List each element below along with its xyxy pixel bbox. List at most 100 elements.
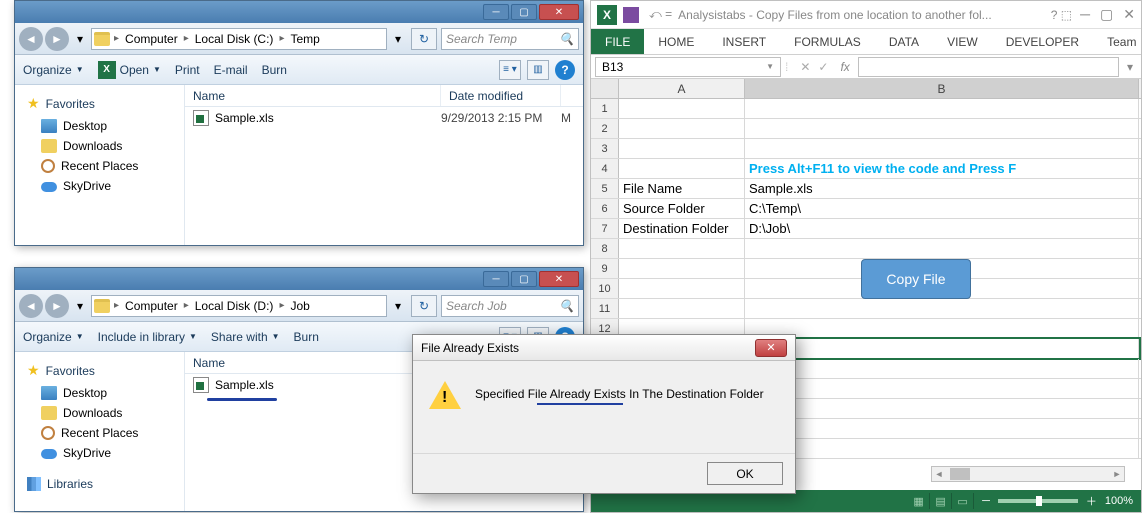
refresh-button[interactable]: ↻ xyxy=(411,28,437,50)
breadcrumb-item[interactable]: Local Disk (C:) xyxy=(191,30,278,48)
organize-menu[interactable]: Organize ▼ xyxy=(23,63,84,77)
burn-button[interactable]: Burn xyxy=(262,63,287,77)
refresh-button[interactable]: ↻ xyxy=(411,295,437,317)
copy-file-button[interactable]: Copy File xyxy=(861,259,971,299)
breadcrumb-item[interactable]: Job xyxy=(286,297,313,315)
organize-menu[interactable]: Organize ▼ xyxy=(23,330,84,344)
sidebar-desktop[interactable]: Desktop xyxy=(19,383,180,403)
expand-formula-icon[interactable]: ▾ xyxy=(1123,60,1137,74)
col-name[interactable]: Name xyxy=(185,352,441,373)
cell-b7[interactable]: D:\Job\ xyxy=(745,219,1139,238)
cell-a7[interactable]: Destination Folder xyxy=(619,219,745,238)
ok-button[interactable]: OK xyxy=(707,462,783,485)
col-header-b[interactable]: B xyxy=(745,79,1139,98)
search-input[interactable]: Search Job 🔍 xyxy=(441,295,579,317)
sidebar-recent[interactable]: Recent Places xyxy=(19,423,180,443)
sidebar-desktop[interactable]: Desktop xyxy=(19,116,180,136)
sidebar-recent[interactable]: Recent Places xyxy=(19,156,180,176)
page-layout-view[interactable]: ▤ xyxy=(930,493,952,509)
row-header[interactable]: 5 xyxy=(591,179,619,198)
enter-icon[interactable]: ✓ xyxy=(818,60,828,74)
tab-data[interactable]: DATA xyxy=(875,29,933,54)
breadcrumb-item[interactable]: Temp xyxy=(286,30,323,48)
dialog-close-button[interactable]: ✕ xyxy=(755,339,787,357)
col-header-a[interactable]: A xyxy=(619,79,745,98)
zoom-slider[interactable] xyxy=(998,499,1078,503)
view-options[interactable]: ≡ ▾ xyxy=(499,60,521,80)
restore-button[interactable]: ▢ xyxy=(1100,6,1113,23)
formula-input[interactable] xyxy=(858,57,1119,77)
row-header[interactable]: 4 xyxy=(591,159,619,178)
sidebar-downloads[interactable]: Downloads xyxy=(19,403,180,423)
history-dropdown[interactable]: ▾ xyxy=(73,294,87,318)
zoom-out[interactable]: ─ xyxy=(982,495,990,507)
minimize-button[interactable]: ─ xyxy=(1080,6,1090,23)
save-icon[interactable] xyxy=(623,7,639,23)
cell-a6[interactable]: Source Folder xyxy=(619,199,745,218)
cell-b5[interactable]: Sample.xls xyxy=(745,179,1139,198)
back-button[interactable]: ◄ xyxy=(19,294,43,318)
breadcrumb-item[interactable]: Local Disk (D:) xyxy=(191,297,278,315)
tab-developer[interactable]: DEVELOPER xyxy=(992,29,1093,54)
tab-insert[interactable]: INSERT xyxy=(708,29,780,54)
col-date[interactable]: Date modified xyxy=(441,85,561,106)
forward-button[interactable]: ► xyxy=(45,27,69,51)
tab-file[interactable]: FILE xyxy=(591,29,644,54)
history-dropdown[interactable]: ▾ xyxy=(73,27,87,51)
tab-view[interactable]: VIEW xyxy=(933,29,992,54)
include-menu[interactable]: Include in library ▼ xyxy=(98,330,197,344)
row-header[interactable]: 11 xyxy=(591,299,619,318)
sidebar-skydrive[interactable]: SkyDrive xyxy=(19,443,180,463)
row-header[interactable]: 9 xyxy=(591,259,619,278)
select-all-corner[interactable] xyxy=(591,79,619,98)
preview-pane[interactable]: ▥ xyxy=(527,60,549,80)
forward-button[interactable]: ► xyxy=(45,294,69,318)
address-dropdown[interactable]: ▾ xyxy=(391,294,405,318)
minimize-button[interactable]: ─ xyxy=(483,4,509,20)
page-break-view[interactable]: ▭ xyxy=(952,493,974,509)
sidebar-skydrive[interactable]: SkyDrive xyxy=(19,176,180,196)
cell-a5[interactable]: File Name xyxy=(619,179,745,198)
row-header[interactable]: 6 xyxy=(591,199,619,218)
row-header[interactable]: 7 xyxy=(591,219,619,238)
email-button[interactable]: E-mail xyxy=(214,63,248,77)
address-dropdown[interactable]: ▾ xyxy=(391,27,405,51)
close-button[interactable]: ✕ xyxy=(1123,6,1135,23)
zoom-in[interactable]: ＋ xyxy=(1086,493,1097,509)
breadcrumb-item[interactable]: Computer xyxy=(121,30,182,48)
row-header[interactable]: 10 xyxy=(591,279,619,298)
row-header[interactable]: 1 xyxy=(591,99,619,118)
tab-formulas[interactable]: FORMULAS xyxy=(780,29,875,54)
libraries-header[interactable]: Libraries xyxy=(19,473,180,495)
minimize-button[interactable]: ─ xyxy=(483,271,509,287)
row-header[interactable]: 8 xyxy=(591,239,619,258)
instruction-cell[interactable]: Press Alt+F11 to view the code and Press… xyxy=(745,159,1139,178)
maximize-button[interactable]: ▢ xyxy=(511,4,537,20)
file-row[interactable]: Sample.xls 9/29/2013 2:15 PM M xyxy=(185,107,583,129)
normal-view[interactable]: ▦ xyxy=(908,493,930,509)
name-box[interactable]: B13▼ xyxy=(595,57,781,77)
close-button[interactable]: ✕ xyxy=(539,271,579,287)
address-bar[interactable]: ▸ Computer ▸ Local Disk (C:) ▸ Temp xyxy=(91,28,387,50)
open-menu[interactable]: XOpen ▼ xyxy=(98,61,161,79)
burn-button[interactable]: Burn xyxy=(294,330,319,344)
row-header[interactable]: 2 xyxy=(591,119,619,138)
sidebar-downloads[interactable]: Downloads xyxy=(19,136,180,156)
horizontal-scrollbar[interactable]: ◄► xyxy=(931,466,1125,482)
row-header[interactable]: 3 xyxy=(591,139,619,158)
search-input[interactable]: Search Temp 🔍 xyxy=(441,28,579,50)
close-button[interactable]: ✕ xyxy=(539,4,579,20)
breadcrumb-item[interactable]: Computer xyxy=(121,297,182,315)
favorites-header[interactable]: ★ Favorites xyxy=(19,91,180,116)
cell-b6[interactable]: C:\Temp\ xyxy=(745,199,1139,218)
tab-home[interactable]: HOME xyxy=(644,29,708,54)
share-menu[interactable]: Share with ▼ xyxy=(211,330,280,344)
maximize-button[interactable]: ▢ xyxy=(511,271,537,287)
favorites-header[interactable]: ★ Favorites xyxy=(19,358,180,383)
back-button[interactable]: ◄ xyxy=(19,27,43,51)
zoom-level[interactable]: 100% xyxy=(1105,495,1133,507)
print-button[interactable]: Print xyxy=(175,63,200,77)
cancel-icon[interactable]: ✕ xyxy=(800,60,810,74)
address-bar[interactable]: ▸ Computer ▸ Local Disk (D:) ▸ Job xyxy=(91,295,387,317)
help-button[interactable]: ? xyxy=(555,60,575,80)
